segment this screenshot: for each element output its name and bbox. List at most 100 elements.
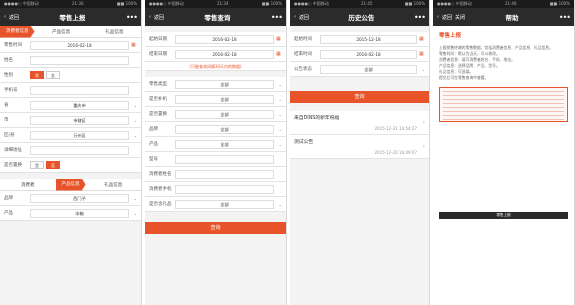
- radio-option[interactable]: 是: [30, 161, 44, 169]
- time: 21:34: [216, 1, 229, 6]
- calendar-icon[interactable]: ▦: [131, 42, 137, 48]
- field-label: 是否补机: [149, 97, 167, 102]
- radio-option[interactable]: 女: [46, 71, 60, 79]
- field-label: 性别: [4, 73, 13, 78]
- chevron-down-icon[interactable]: ⌄: [276, 127, 282, 132]
- field-label: 是否置换: [149, 112, 167, 117]
- back-button[interactable]: ‹ 返回: [149, 14, 164, 21]
- select-field[interactable]: 全部: [320, 64, 417, 74]
- back-button[interactable]: ‹ 返回: [294, 14, 309, 21]
- calendar-icon[interactable]: ▦: [419, 36, 425, 42]
- notice-item[interactable]: 测试公告 2015-12-20 16:49:07 ›: [290, 135, 429, 159]
- field-label: 起始时间: [294, 37, 312, 42]
- phone-help: ●●●●○ 中国移动 21:46 ■■ 100% ‹ 返回 关闭 帮助 ••• 零售…: [433, 0, 575, 305]
- carrier: ●●●●○ 中国移动: [4, 1, 39, 6]
- select-field[interactable]: 全部: [175, 109, 274, 119]
- notice-item[interactable]: 来自DINS的新年祝福 2015-12-31 16:54:27 ›: [290, 111, 429, 135]
- form-row: 结束日期 2016-02-18 ▦: [145, 47, 286, 62]
- text-field[interactable]: [175, 154, 274, 164]
- tab-consumer[interactable]: 消费者信息: [0, 25, 35, 38]
- form-row: 市 市辖区 ⌄: [0, 113, 141, 128]
- date-field[interactable]: 2015-12-18: [320, 34, 417, 44]
- text-field[interactable]: [30, 145, 129, 155]
- select-field[interactable]: 万州区: [30, 130, 129, 140]
- select-field[interactable]: 全部: [175, 94, 274, 104]
- field-label: 品牌: [4, 196, 13, 201]
- form-row: 品牌 西门子 ⌄: [0, 191, 141, 206]
- field-label: 区/县: [4, 133, 15, 138]
- form-row: 零售类型 全部 ⌄: [145, 77, 286, 92]
- page-title: 历史公告: [348, 14, 375, 22]
- form-row: 姓名: [0, 53, 141, 68]
- more-icon[interactable]: •••: [126, 13, 138, 22]
- radio-group: 男女: [30, 71, 137, 79]
- calendar-icon[interactable]: ▦: [419, 51, 425, 57]
- radio-option[interactable]: 否: [46, 161, 60, 169]
- text-field[interactable]: [30, 85, 129, 95]
- select-field[interactable]: 重庆市: [30, 100, 129, 110]
- radio-option[interactable]: 男: [30, 71, 44, 79]
- calendar-icon[interactable]: ▦: [276, 36, 282, 42]
- form-row: 是否置换 是否: [0, 158, 141, 173]
- field-label: 结束日期: [149, 52, 167, 57]
- chevron-down-icon[interactable]: ⌄: [276, 202, 282, 207]
- chevron-down-icon[interactable]: ⌄: [276, 142, 282, 147]
- tab-product-2[interactable]: 产品信息: [55, 178, 86, 191]
- tab-gift-2[interactable]: 礼品信息: [86, 182, 142, 188]
- date-field[interactable]: 2016-02-18: [175, 49, 274, 59]
- chevron-down-icon[interactable]: ⌄: [276, 82, 282, 87]
- select-field[interactable]: 西门子: [30, 193, 129, 203]
- chevron-down-icon[interactable]: ⌄: [131, 196, 137, 201]
- more-icon[interactable]: •••: [271, 13, 283, 22]
- date-field[interactable]: 2016-02-18: [320, 49, 417, 59]
- date-field[interactable]: 2016-02-18: [30, 40, 129, 50]
- field-label: 公告状态: [294, 67, 312, 72]
- field-label: 详细地址: [4, 148, 22, 153]
- select-field[interactable]: 冰箱: [30, 208, 129, 218]
- section-tabs: 消费者信息 产品信息 礼品信息: [0, 25, 141, 38]
- back-button[interactable]: ‹ 返回 关闭: [437, 14, 465, 21]
- phone-history-notices: ●●●●○ 中国移动 21:45 ■■ 100% ‹ 返回 历史公告 ••• 起始…: [290, 0, 430, 305]
- select-field[interactable]: 全部: [175, 199, 274, 209]
- chevron-down-icon[interactable]: ⌄: [131, 118, 137, 123]
- help-screenshot: [439, 87, 568, 122]
- time: 21:45: [360, 1, 373, 6]
- more-icon[interactable]: •••: [559, 13, 571, 22]
- tab-product[interactable]: 产品信息: [35, 29, 88, 35]
- nav-bar: ‹ 返回 零售查询 •••: [145, 8, 286, 26]
- select-field[interactable]: 全部: [175, 124, 274, 134]
- time: 21:46: [504, 1, 517, 6]
- form-row: 是否补机 全部 ⌄: [145, 92, 286, 107]
- chevron-down-icon[interactable]: ⌄: [131, 211, 137, 216]
- help-screenshot-title: 零售上报: [439, 212, 568, 219]
- more-icon[interactable]: •••: [414, 13, 426, 22]
- text-field[interactable]: [30, 55, 129, 65]
- chevron-down-icon[interactable]: ⌄: [276, 97, 282, 102]
- text-field[interactable]: [175, 184, 274, 194]
- nav-bar: ‹ 返回 零售上报 •••: [0, 8, 141, 26]
- help-content: 零售上报 上报销售终端的零售数据，包括消费者信息、产品信息、礼品信息。 零售时间：…: [433, 26, 574, 305]
- carrier: ●●●●○ 中国移动: [437, 1, 472, 6]
- query-button[interactable]: 查询: [145, 222, 286, 234]
- text-field[interactable]: [175, 169, 274, 179]
- close-button[interactable]: 关闭: [455, 14, 465, 21]
- tab-gift[interactable]: 礼品信息: [88, 29, 141, 35]
- chevron-down-icon[interactable]: ⌄: [131, 133, 137, 138]
- calendar-icon[interactable]: ▦: [276, 51, 282, 57]
- tab-consumer-2[interactable]: 消费者: [0, 182, 56, 188]
- field-label: 市: [4, 118, 9, 123]
- chevron-down-icon[interactable]: ⌄: [131, 103, 137, 108]
- date-field[interactable]: 2016-02-18: [175, 34, 274, 44]
- query-button[interactable]: 查询: [290, 91, 429, 103]
- back-button[interactable]: ‹ 返回: [4, 14, 19, 21]
- form-row: 省 重庆市 ⌄: [0, 98, 141, 113]
- chevron-down-icon[interactable]: ⌄: [276, 112, 282, 117]
- select-field[interactable]: 全部: [175, 139, 274, 149]
- chevron-down-icon[interactable]: ⌄: [419, 67, 425, 72]
- form-row: 零售时间 2016-02-18 ▦: [0, 38, 141, 53]
- select-field[interactable]: 全部: [175, 79, 274, 89]
- field-label: 是否置换: [4, 163, 22, 168]
- field-label: 零售时间: [4, 43, 22, 48]
- form-row: 详细地址: [0, 143, 141, 158]
- select-field[interactable]: 市辖区: [30, 115, 129, 125]
